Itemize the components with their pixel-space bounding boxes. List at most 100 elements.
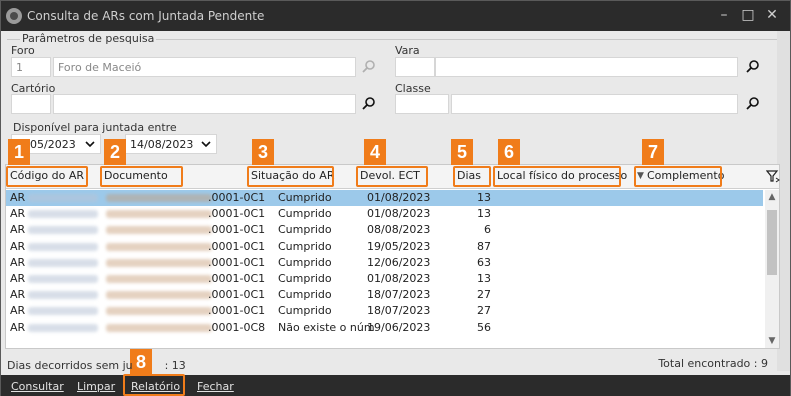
highlight-box-7 — [634, 166, 722, 187]
highlight-box-1 — [6, 166, 88, 187]
cell-documento: .0001-0C1 — [208, 223, 266, 237]
redacted-document — [106, 291, 212, 300]
window-title: Consulta de ARs com Juntada Pendente — [27, 9, 265, 23]
cell-dias: 87 — [477, 239, 491, 253]
foro-name-field[interactable]: Foro de Maceió — [53, 57, 356, 77]
fechar-label: Fechar — [197, 380, 234, 393]
close-icon[interactable]: ✕ — [761, 5, 783, 27]
cell-situacao: Cumprido — [278, 288, 332, 302]
redacted-document — [106, 242, 212, 251]
cell-ar: AR — [10, 223, 26, 237]
table-row[interactable]: AR .0001-0C1 Cumprido 01/08/2023 13 — [6, 190, 763, 206]
end-date-value: 14/08/2023 — [130, 138, 194, 151]
maximize-icon[interactable]: □ — [737, 5, 759, 27]
classe-name-field[interactable] — [451, 94, 738, 114]
minimize-icon[interactable]: – — [713, 5, 735, 27]
cell-dias: 13 — [477, 272, 491, 285]
redacted-ar — [28, 258, 98, 267]
cell-situacao: Cumprido — [278, 304, 332, 318]
cell-devol: 19/05/2023 — [367, 239, 431, 253]
cell-devol: 08/08/2023 — [367, 223, 431, 237]
cartorio-search-icon[interactable] — [361, 96, 379, 114]
fechar-button[interactable]: Fechar — [197, 380, 234, 393]
table-row[interactable]: AR .0001-0C8 Não existe o núm 19/06/2023 56 — [6, 320, 763, 336]
badge-2: 2 — [104, 139, 126, 165]
main-window: Consulta de ARs com Juntada Pendente – □… — [0, 0, 791, 396]
limpar-button[interactable]: Limpar — [77, 380, 115, 393]
grid-scrollbar[interactable]: ▲ ▼ — [765, 190, 779, 348]
cell-ar: AR — [10, 207, 26, 221]
results-grid: Código do AR Documento Situação do AR De… — [5, 164, 780, 349]
filter-icon[interactable] — [766, 169, 780, 183]
cell-ar: AR — [10, 320, 26, 334]
cell-devol: 18/07/2023 — [367, 304, 431, 318]
foro-code-field[interactable]: 1 — [11, 57, 51, 77]
chevron-down-icon[interactable] — [84, 138, 96, 150]
table-row[interactable]: AR .0001-0C1 Cumprido 08/08/2023 6 — [6, 222, 763, 238]
redacted-document — [106, 210, 212, 219]
cell-ar: AR — [10, 288, 26, 302]
redacted-ar — [28, 226, 98, 235]
scroll-thumb[interactable] — [767, 210, 777, 275]
badge-4: 4 — [364, 139, 386, 165]
vara-code-field[interactable] — [395, 57, 435, 77]
table-row[interactable]: AR .0001-0C1 Cumprido 19/05/2023 87 — [6, 239, 763, 255]
redacted-ar — [28, 242, 98, 251]
scroll-up-icon[interactable]: ▲ — [767, 192, 777, 202]
classe-search-icon[interactable] — [745, 96, 763, 114]
redacted-document — [106, 275, 212, 283]
date-range-label: Disponível para juntada entre — [13, 121, 177, 134]
foro-search-icon[interactable] — [361, 59, 379, 77]
cartorio-name-field[interactable] — [53, 94, 356, 114]
app-icon — [6, 8, 22, 24]
table-row[interactable]: AR .0001-0C1 Cumprido 12/06/2023 63 — [6, 255, 763, 271]
cell-situacao: Cumprido — [278, 223, 332, 237]
cell-documento: .0001-0C1 — [208, 304, 266, 318]
consultar-button[interactable]: Consultar — [11, 380, 64, 393]
badge-3: 3 — [252, 139, 274, 165]
redacted-document — [106, 258, 212, 267]
cell-dias: 13 — [477, 207, 491, 221]
cell-documento: .0001-0C1 — [208, 255, 266, 269]
highlight-box-8 — [123, 374, 185, 396]
cell-documento: .0001-0C1 — [208, 191, 266, 204]
table-row[interactable]: AR .0001-0C1 Cumprido 01/08/2023 13 — [6, 206, 763, 222]
chevron-down-icon[interactable] — [200, 138, 212, 150]
cartorio-code-field[interactable] — [11, 94, 51, 114]
redacted-document — [106, 307, 212, 316]
cell-ar: AR — [10, 255, 26, 269]
redacted-document — [106, 194, 212, 202]
cell-dias: 27 — [477, 304, 491, 318]
redacted-ar — [28, 307, 98, 316]
cell-dias: 56 — [477, 320, 491, 334]
status-total: Total encontrado : 9 — [658, 357, 768, 370]
table-row[interactable]: AR .0001-0C1 Cumprido 18/07/2023 27 — [6, 303, 763, 319]
vara-name-field[interactable] — [435, 57, 738, 77]
highlight-box-2 — [100, 166, 183, 187]
status-days: Dias decorridos sem ju: 13 — [7, 359, 186, 372]
redacted-ar — [28, 323, 98, 332]
classe-code-field[interactable] — [395, 94, 449, 114]
redacted-document — [106, 323, 212, 332]
table-row[interactable]: AR .0001-0C1 Cumprido 01/08/2023 13 — [6, 271, 763, 287]
scroll-down-icon[interactable]: ▼ — [767, 336, 777, 346]
cell-documento: .0001-0C8 — [208, 320, 266, 334]
vara-search-icon[interactable] — [745, 59, 763, 77]
redacted-ar — [28, 275, 98, 283]
cell-dias: 27 — [477, 288, 491, 302]
title-bar: Consulta de ARs com Juntada Pendente – □… — [1, 1, 790, 31]
cell-devol: 01/08/2023 — [367, 272, 431, 285]
badge-5: 5 — [451, 139, 473, 165]
cell-situacao: Cumprido — [278, 207, 332, 221]
cell-devol: 18/07/2023 — [367, 288, 431, 302]
cell-dias: 13 — [477, 191, 491, 204]
status-days-value: : 13 — [164, 359, 186, 372]
table-row[interactable]: AR .0001-0C1 Cumprido 18/07/2023 27 — [6, 287, 763, 303]
cell-documento: .0001-0C1 — [208, 272, 266, 285]
consultar-label: Consultar — [11, 380, 64, 393]
highlight-box-5 — [453, 166, 491, 187]
end-date-picker[interactable]: 14/08/2023 — [125, 134, 217, 154]
cell-documento: .0001-0C1 — [208, 239, 266, 253]
cell-dias: 6 — [484, 223, 491, 237]
badge-6: 6 — [498, 139, 520, 165]
